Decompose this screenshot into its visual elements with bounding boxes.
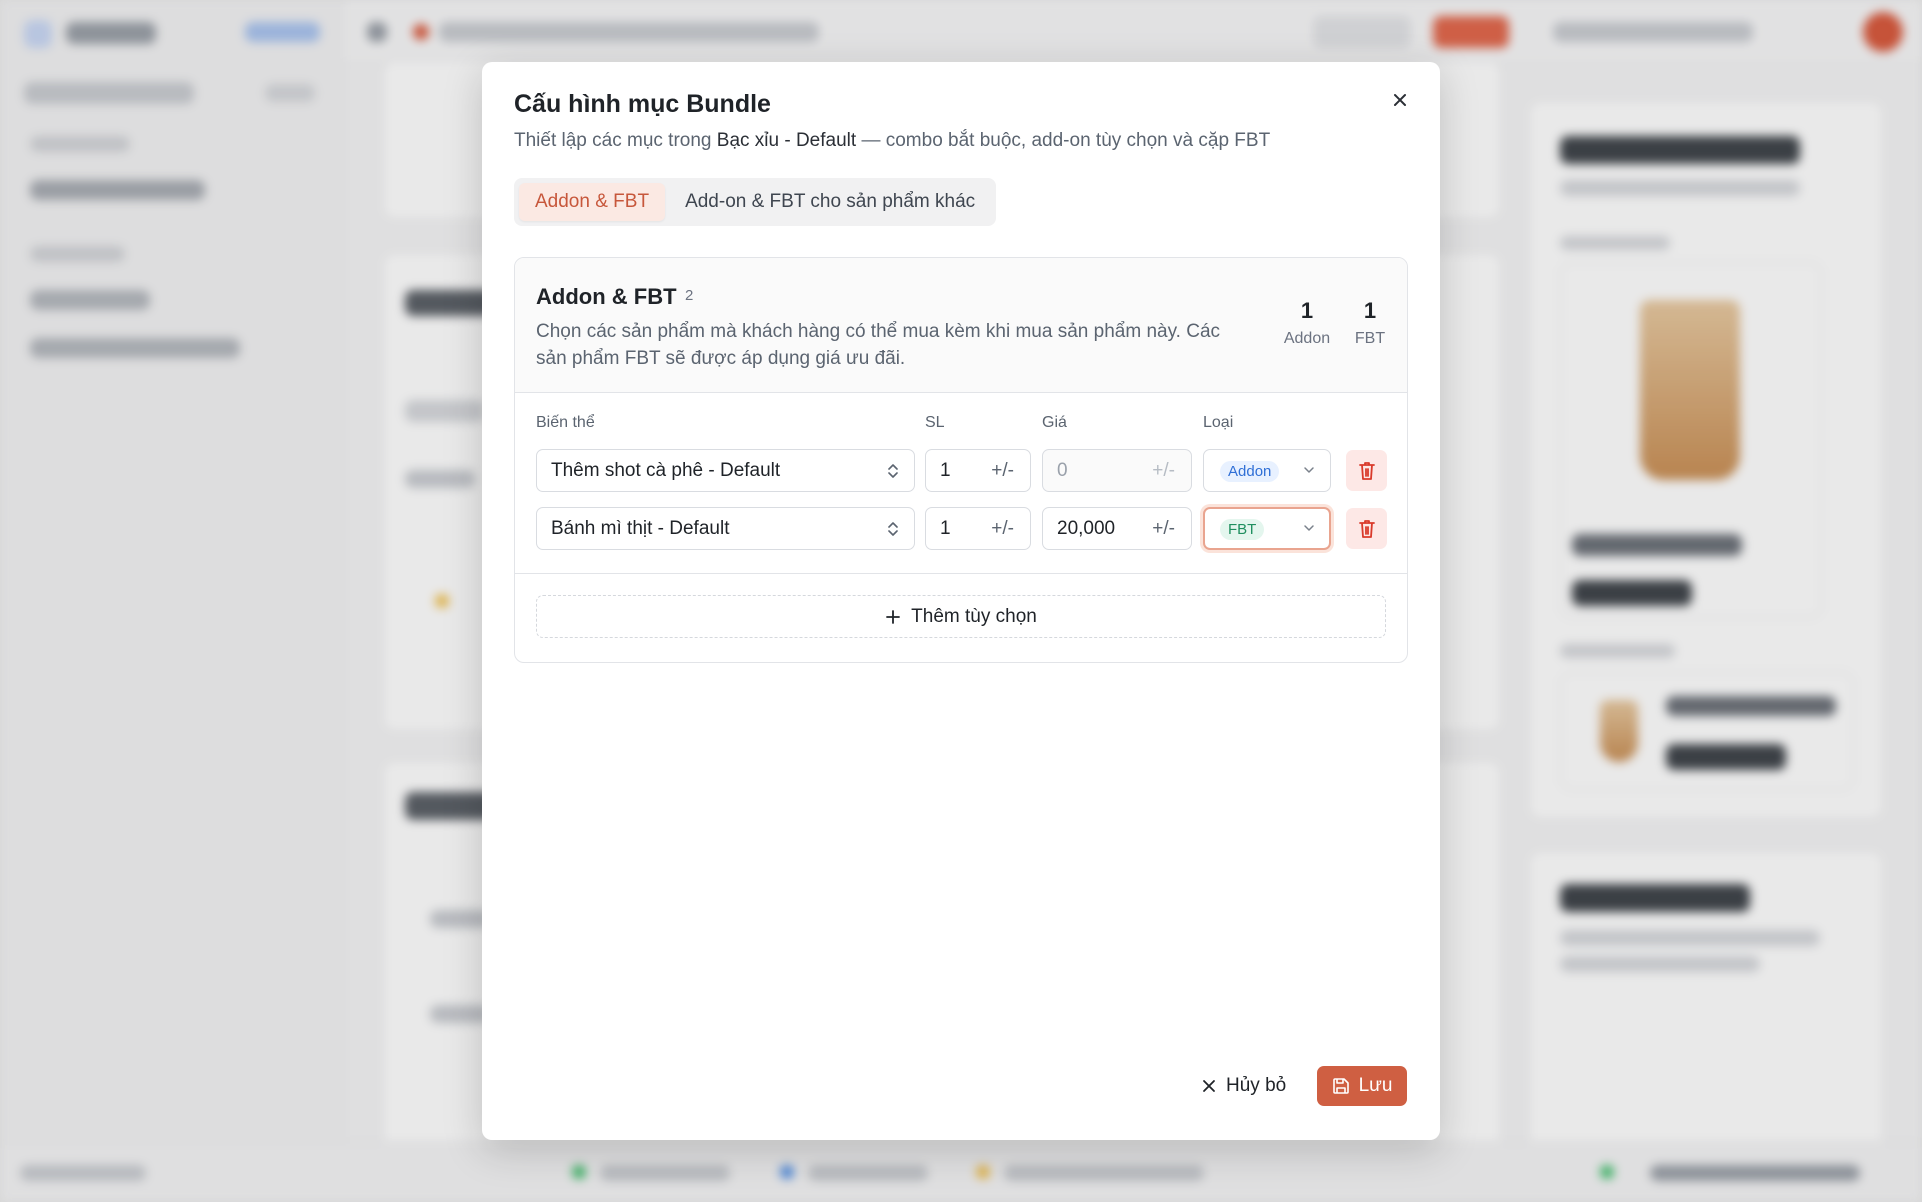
- quantity-input[interactable]: 1 +/-: [925, 507, 1031, 550]
- price-input[interactable]: 0 +/-: [1042, 449, 1192, 492]
- subtitle-prefix: Thiết lập các mục trong: [514, 130, 717, 151]
- tab-addon-fbt[interactable]: Addon & FBT: [519, 183, 666, 221]
- save-icon: [1332, 1078, 1349, 1094]
- variant-select[interactable]: Bánh mì thịt - Default: [536, 507, 915, 550]
- type-badge-addon: Addon: [1220, 461, 1280, 482]
- plus-icon: [886, 609, 901, 624]
- quantity-input[interactable]: 1 +/-: [925, 449, 1031, 492]
- delete-row-button[interactable]: [1346, 450, 1387, 491]
- tab-addon-fbt-other-products[interactable]: Add-on & FBT cho sản phẩm khác: [669, 183, 991, 221]
- delete-row-button[interactable]: [1346, 508, 1387, 549]
- fbt-count: 1: [1363, 298, 1377, 323]
- section-count: 2: [685, 287, 694, 304]
- addon-fbt-section: Addon & FBT 2 Chọn các sản phẩm mà khách…: [514, 257, 1408, 663]
- variant-select-value: Bánh mì thịt - Default: [551, 517, 730, 539]
- price-input[interactable]: 20,000 +/-: [1042, 507, 1192, 550]
- trash-icon: [1358, 519, 1375, 538]
- save-label: Lưu: [1358, 1075, 1393, 1096]
- addon-count: 1: [1300, 298, 1314, 323]
- bundle-config-dialog: Cấu hình mục Bundle Thiết lập các mục tr…: [482, 62, 1440, 1140]
- dialog-subtitle: Thiết lập các mục trong Bạc xỉu - Defaul…: [514, 130, 1270, 152]
- fbt-stat: 1 FBT: [1350, 298, 1390, 348]
- add-option-row: Thêm tùy chọn: [515, 573, 1407, 662]
- type-select[interactable]: FBT: [1203, 507, 1331, 550]
- column-header-qty: SL: [925, 414, 945, 431]
- price-value: 20,000: [1057, 517, 1116, 539]
- addon-stat: 1 Addon: [1278, 298, 1336, 348]
- cancel-label: Hủy bỏ: [1226, 1075, 1287, 1096]
- quantity-stepper-hint: +/-: [991, 517, 1014, 539]
- variant-select[interactable]: Thêm shot cà phê - Default: [536, 449, 915, 492]
- section-title: Addon & FBT: [536, 284, 677, 309]
- column-header-variant: Biến thể: [536, 414, 595, 431]
- quantity-value: 1: [940, 517, 951, 539]
- tab-list: Addon & FBT Add-on & FBT cho sản phẩm kh…: [514, 178, 997, 226]
- chevron-down-icon: [1304, 467, 1314, 473]
- quantity-value: 1: [940, 459, 951, 481]
- subtitle-product: Bạc xỉu - Default: [716, 130, 857, 151]
- chevron-up-down-icon: [888, 464, 898, 478]
- column-header-type: Loại: [1203, 414, 1234, 431]
- trash-icon: [1358, 461, 1375, 480]
- quantity-stepper-hint: +/-: [991, 459, 1014, 481]
- type-badge-fbt: FBT: [1220, 519, 1265, 540]
- section-header: Addon & FBT 2 Chọn các sản phẩm mà khách…: [515, 258, 1407, 393]
- cancel-button[interactable]: Hủy bỏ: [1190, 1066, 1298, 1106]
- column-header-price: Giá: [1042, 414, 1067, 431]
- close-button[interactable]: [1386, 86, 1414, 114]
- close-icon: [1203, 1080, 1215, 1092]
- chevron-up-down-icon: [888, 522, 898, 536]
- save-button[interactable]: Lưu: [1317, 1066, 1407, 1106]
- price-stepper-hint: +/-: [1152, 517, 1175, 539]
- close-icon: [1394, 94, 1406, 106]
- dialog-title: Cấu hình mục Bundle: [514, 90, 771, 118]
- section-description: Chọn các sản phẩm mà khách hàng có thể m…: [536, 321, 1221, 369]
- chevron-down-icon: [1304, 525, 1314, 531]
- addon-count-label: Addon: [1283, 330, 1331, 347]
- add-option-button[interactable]: Thêm tùy chọn: [536, 595, 1386, 638]
- price-stepper-hint: +/-: [1152, 459, 1175, 481]
- price-value: 0: [1057, 459, 1068, 481]
- variant-select-value: Thêm shot cà phê - Default: [551, 459, 781, 481]
- add-option-label: Thêm tùy chọn: [911, 605, 1037, 627]
- fbt-count-label: FBT: [1354, 330, 1386, 347]
- subtitle-suffix: — combo bắt buộc, add-on tùy chọn và cặp…: [856, 130, 1271, 151]
- type-select[interactable]: Addon: [1203, 449, 1331, 492]
